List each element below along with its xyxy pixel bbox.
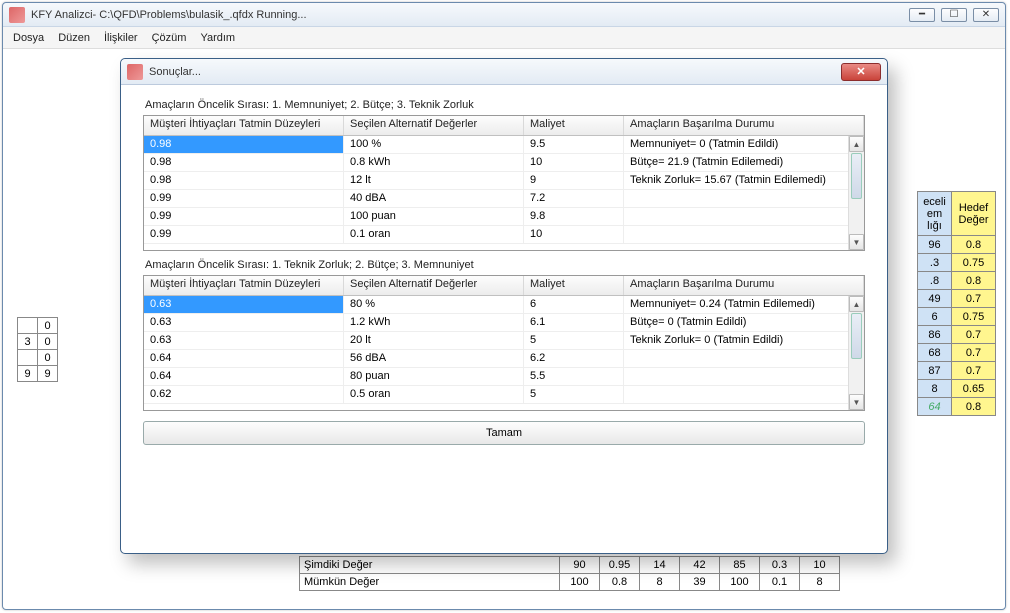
main-close-button[interactable]: ✕: [973, 8, 999, 22]
grid2-col3[interactable]: Amaçların Başarılma Durumu: [624, 276, 864, 295]
section2-label: Amaçların Öncelik Sırası: 1. Teknik Zorl…: [145, 259, 865, 271]
results-grid-1[interactable]: Müşteri İhtiyaçları Tatmin Düzeyleri Seç…: [143, 115, 865, 251]
scroll-down-icon[interactable]: ▼: [849, 234, 864, 250]
grid2-col1[interactable]: Seçilen Alternatif Değerler: [344, 276, 524, 295]
dialog-title: Sonuçlar...: [149, 66, 841, 78]
main-title: KFY Analizci- C:\QFD\Problems\bulasik_.q…: [31, 9, 909, 21]
table-row[interactable]: 0.6456 dBA 6.2: [144, 350, 864, 368]
menu-dosya[interactable]: Dosya: [13, 32, 44, 44]
table-row[interactable]: 0.99100 puan 9.8: [144, 208, 864, 226]
main-window: KFY Analizci- C:\QFD\Problems\bulasik_.q…: [2, 2, 1006, 610]
table-row[interactable]: 0.990.1 oran 10: [144, 226, 864, 244]
minimize-button[interactable]: ━: [909, 8, 935, 22]
grid2-col0[interactable]: Müşteri İhtiyaçları Tatmin Düzeyleri: [144, 276, 344, 295]
scroll-thumb[interactable]: [851, 153, 862, 199]
results-grid-2[interactable]: Müşteri İhtiyaçları Tatmin Düzeyleri Seç…: [143, 275, 865, 411]
dialog-icon: [127, 64, 143, 80]
maximize-button[interactable]: ☐: [941, 8, 967, 22]
grid2-col2[interactable]: Maliyet: [524, 276, 624, 295]
app-icon: [9, 7, 25, 23]
table-row[interactable]: 0.620.5 oran 5: [144, 386, 864, 404]
table-row[interactable]: 0.980.8 kWh 10Bütçe= 21.9 (Tatmin Edilem…: [144, 154, 864, 172]
table-row[interactable]: 0.6480 puan 5.5: [144, 368, 864, 386]
dialog-titlebar[interactable]: Sonuçlar... ✕: [121, 59, 887, 85]
bg-right-table: eceli em lığı Hedef Değer 960.8 .30.75 .…: [917, 191, 996, 416]
menu-cozum[interactable]: Çözüm: [152, 32, 187, 44]
grid1-col0[interactable]: Müşteri İhtiyaçları Tatmin Düzeyleri: [144, 116, 344, 135]
scroll-thumb[interactable]: [851, 313, 862, 359]
menubar: Dosya Düzen İlişkiler Çözüm Yardım: [3, 27, 1005, 49]
grid1-col3[interactable]: Amaçların Başarılma Durumu: [624, 116, 864, 135]
grid1-scrollbar[interactable]: ▲ ▼: [848, 136, 864, 250]
table-row[interactable]: 0.9812 lt 9Teknik Zorluk= 15.67 (Tatmin …: [144, 172, 864, 190]
menu-duzen[interactable]: Düzen: [58, 32, 90, 44]
table-row[interactable]: 0.631.2 kWh 6.1Bütçe= 0 (Tatmin Edildi): [144, 314, 864, 332]
dialog-close-button[interactable]: ✕: [841, 63, 881, 81]
grid2-scrollbar[interactable]: ▲ ▼: [848, 296, 864, 410]
menu-yardim[interactable]: Yardım: [200, 32, 235, 44]
table-row[interactable]: 0.6380 % 6Memnuniyet= 0.24 (Tatmin Edile…: [144, 296, 864, 314]
scroll-up-icon[interactable]: ▲: [849, 296, 864, 312]
bg-left-table: 0 30 0 99: [17, 317, 58, 382]
table-row[interactable]: 0.9940 dBA 7.2: [144, 190, 864, 208]
main-titlebar[interactable]: KFY Analizci- C:\QFD\Problems\bulasik_.q…: [3, 3, 1005, 27]
menu-iliskiler[interactable]: İlişkiler: [104, 32, 138, 44]
table-row[interactable]: 0.6320 lt 5Teknik Zorluk= 0 (Tatmin Edil…: [144, 332, 864, 350]
grid1-col2[interactable]: Maliyet: [524, 116, 624, 135]
grid1-col1[interactable]: Seçilen Alternatif Değerler: [344, 116, 524, 135]
bg-bottom-table: Şimdiki Değer 900.95 1442 850.3 10 Mümkü…: [299, 556, 840, 591]
scroll-down-icon[interactable]: ▼: [849, 394, 864, 410]
ok-button[interactable]: Tamam: [143, 421, 865, 445]
results-dialog: Sonuçlar... ✕ Amaçların Öncelik Sırası: …: [120, 58, 888, 554]
section1-label: Amaçların Öncelik Sırası: 1. Memnuniyet;…: [145, 99, 865, 111]
table-row[interactable]: 0.98100 % 9.5Memnuniyet= 0 (Tatmin Edild…: [144, 136, 864, 154]
scroll-up-icon[interactable]: ▲: [849, 136, 864, 152]
